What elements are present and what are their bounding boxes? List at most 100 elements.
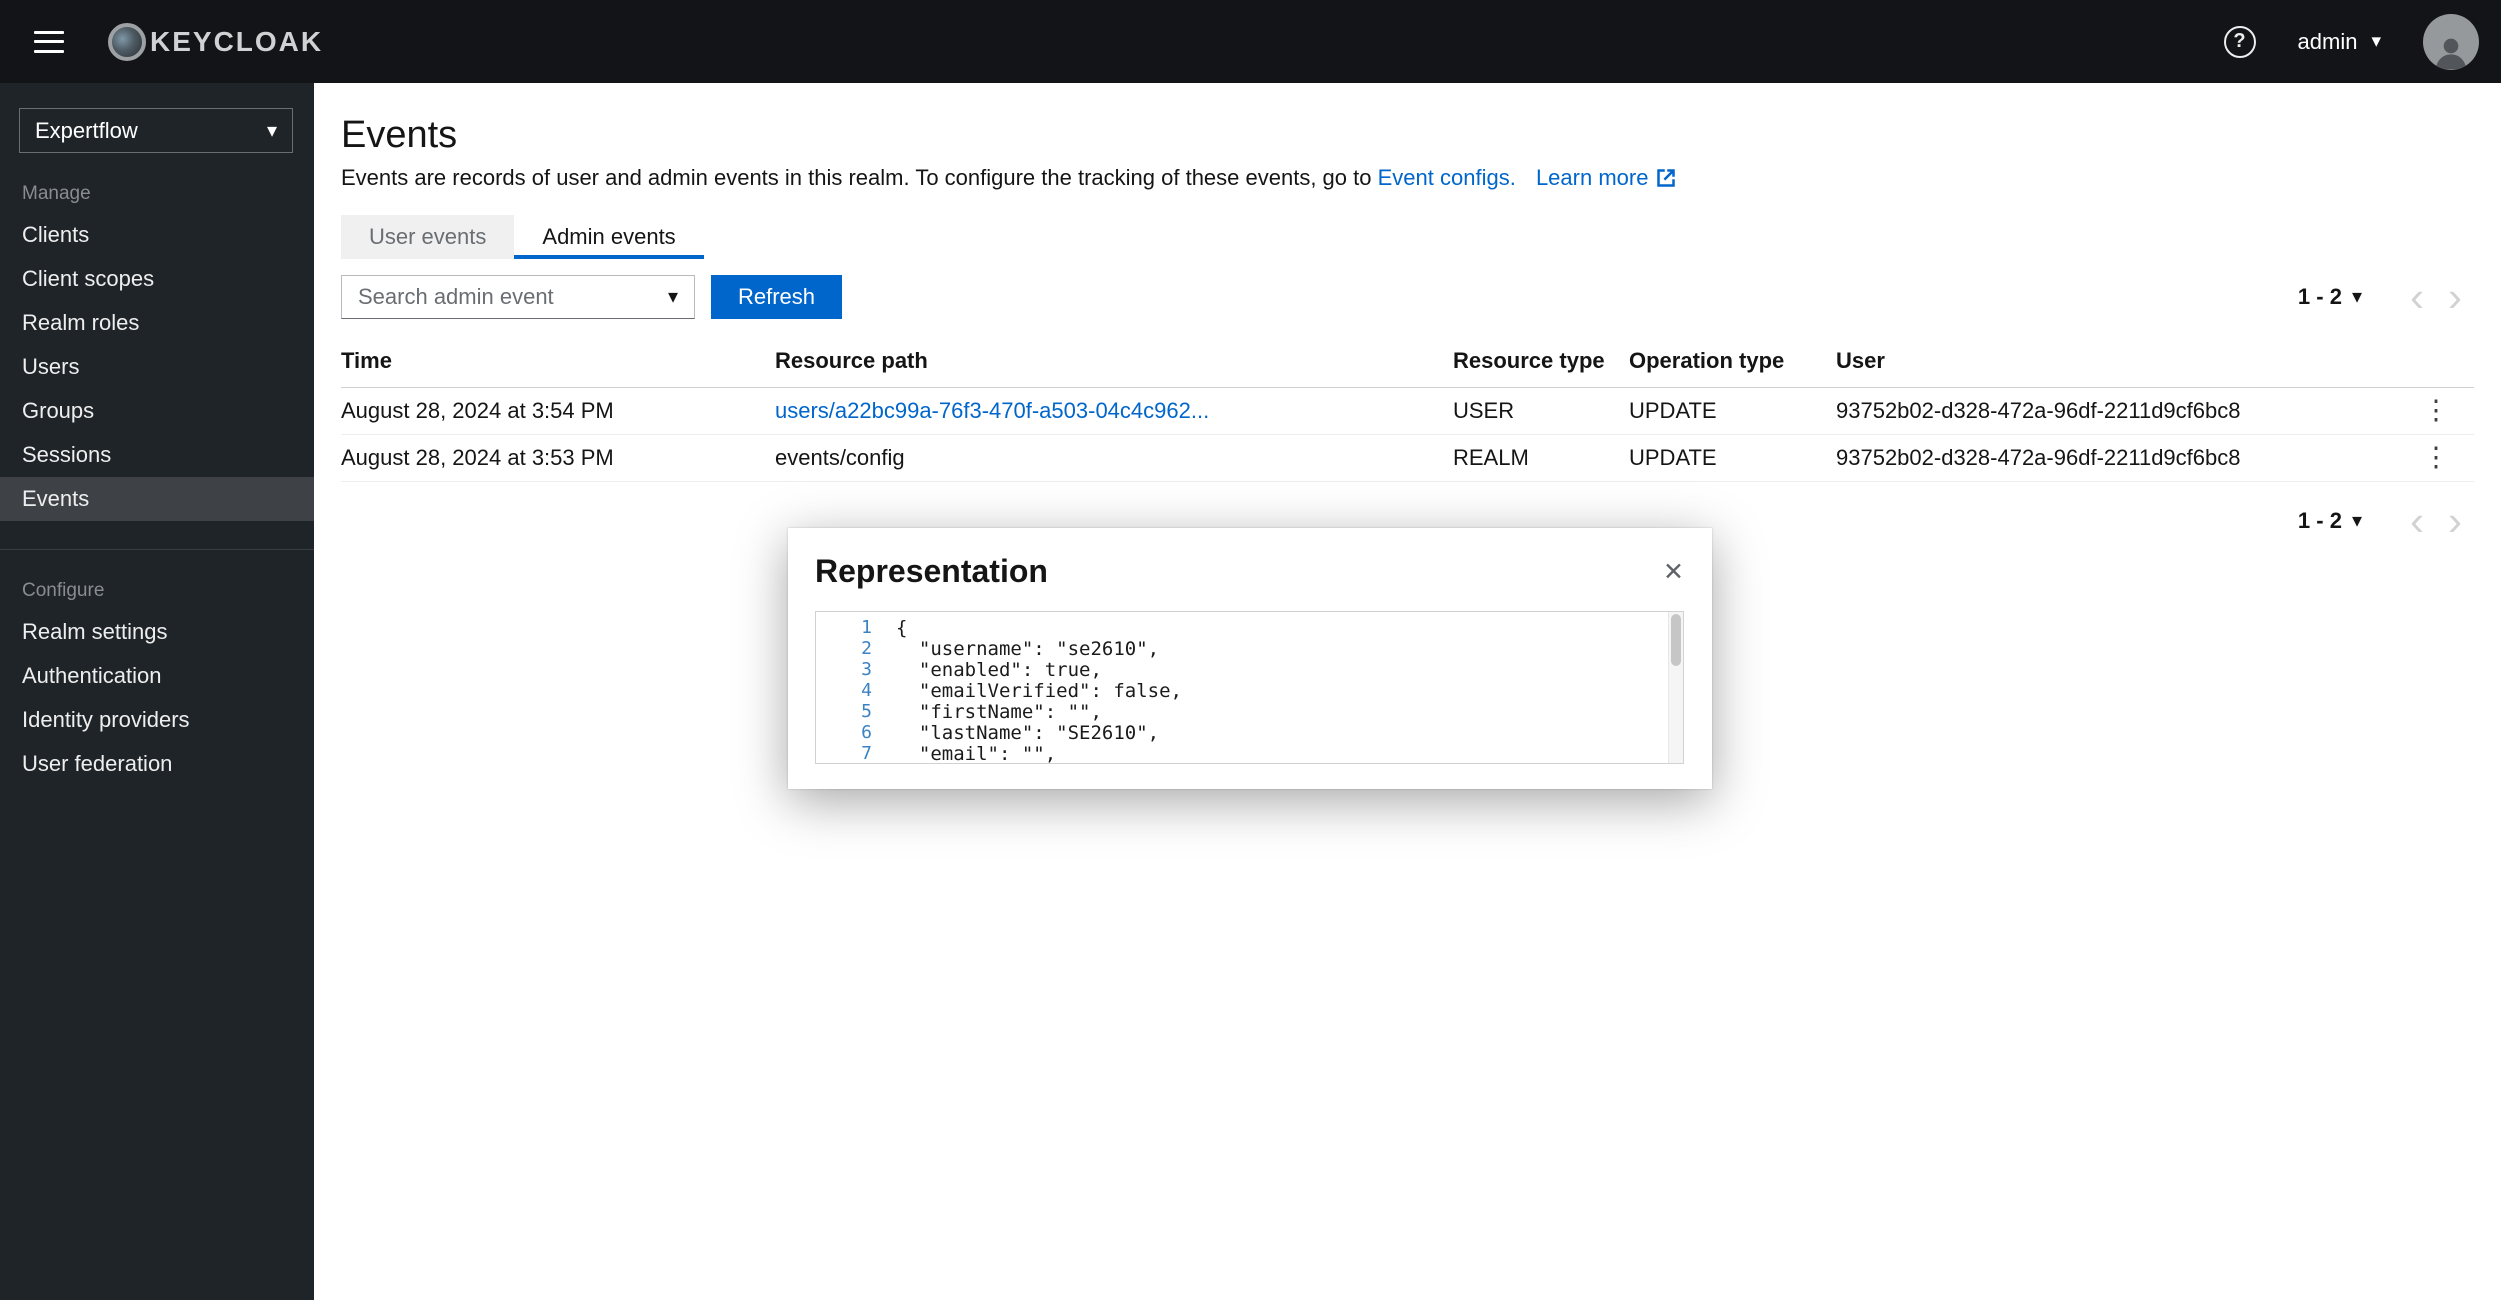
editor-scrollbar-thumb[interactable] xyxy=(1671,614,1681,666)
external-link-icon xyxy=(1656,168,1676,188)
line-number: 5 xyxy=(816,701,872,722)
code-text: { xyxy=(896,617,907,639)
table-row: August 28, 2024 at 3:53 PM events/config… xyxy=(341,435,2474,482)
caret-down-icon[interactable]: ▾ xyxy=(2352,511,2362,531)
cell-operation-type: UPDATE xyxy=(1629,388,1836,435)
realm-selector-label: Expertflow xyxy=(35,118,138,144)
keycloak-logo: KEYCLOAK xyxy=(108,23,323,61)
code-editor[interactable]: 1 { 2 "username": "se2610", 3 "enabled": … xyxy=(815,611,1684,764)
column-header-resource-path: Resource path xyxy=(775,335,1453,388)
sidebar-item-user-federation[interactable]: User federation xyxy=(0,742,314,786)
keycloak-logo-icon xyxy=(108,23,146,61)
toolbar: Search admin event ▾ Refresh 1 - 2 ▾ ‹ › xyxy=(341,275,2474,319)
close-icon[interactable]: ✕ xyxy=(1663,557,1684,587)
line-number: 7 xyxy=(816,743,872,763)
cell-operation-type: UPDATE xyxy=(1629,435,1836,482)
sidebar-item-sessions[interactable]: Sessions xyxy=(0,433,314,477)
sidebar-item-events[interactable]: Events xyxy=(0,477,314,521)
masthead-actions: ? admin ▾ xyxy=(2224,14,2479,70)
caret-down-icon: ▾ xyxy=(668,287,678,307)
cell-user: 93752b02-d328-472a-96df-2211d9cf6bc8 xyxy=(1836,388,2414,435)
line-number: 1 xyxy=(816,617,872,638)
nav-group-label: Manage xyxy=(22,183,314,205)
line-number: 4 xyxy=(816,680,872,701)
sidebar-item-clients[interactable]: Clients xyxy=(0,213,314,257)
table-header-row: Time Resource path Resource type Operati… xyxy=(341,335,2474,388)
column-header-operation-type: Operation type xyxy=(1629,335,1836,388)
code-text: "emailVerified": false, xyxy=(896,680,1182,702)
pagination-next-button[interactable]: › xyxy=(2436,276,2474,318)
cell-resource-type: USER xyxy=(1453,388,1629,435)
kebab-menu-icon[interactable]: ⋮ xyxy=(2423,444,2450,471)
sidebar-item-identity-providers[interactable]: Identity providers xyxy=(0,698,314,742)
line-number: 2 xyxy=(816,638,872,659)
user-menu-label: admin xyxy=(2298,29,2358,55)
tab-admin-events[interactable]: Admin events xyxy=(514,215,703,259)
masthead: KEYCLOAK ? admin ▾ xyxy=(0,0,2501,83)
modal-header: Representation ✕ xyxy=(788,528,1712,590)
column-header-user: User xyxy=(1836,335,2414,388)
menu-toggle-icon[interactable] xyxy=(34,31,64,53)
code-text: "enabled": true, xyxy=(896,659,1102,681)
caret-down-icon: ▾ xyxy=(267,121,277,141)
person-icon xyxy=(2431,32,2471,70)
admin-events-table: Time Resource path Resource type Operati… xyxy=(341,335,2474,482)
column-header-resource-type: Resource type xyxy=(1453,335,1629,388)
column-header-actions xyxy=(2414,335,2474,388)
tab-user-events[interactable]: User events xyxy=(341,215,514,259)
cell-time: August 28, 2024 at 3:53 PM xyxy=(341,435,775,482)
cell-user: 93752b02-d328-472a-96df-2211d9cf6bc8 xyxy=(1836,435,2414,482)
sidebar-item-users[interactable]: Users xyxy=(0,345,314,389)
sidebar-item-realm-roles[interactable]: Realm roles xyxy=(0,301,314,345)
avatar[interactable] xyxy=(2423,14,2479,70)
kebab-menu-icon[interactable]: ⋮ xyxy=(2423,397,2450,424)
pagination-prev-button[interactable]: ‹ xyxy=(2398,276,2436,318)
nav-group-configure: Configure Realm settings Authentication … xyxy=(0,549,314,786)
editor-scrollbar[interactable] xyxy=(1668,612,1683,763)
cell-resource-path: events/config xyxy=(775,435,1453,482)
pagination-top: 1 - 2 ▾ ‹ › xyxy=(2298,276,2474,318)
sidebar-item-authentication[interactable]: Authentication xyxy=(0,654,314,698)
cell-resource-type: REALM xyxy=(1453,435,1629,482)
caret-down-icon: ▾ xyxy=(2371,30,2381,53)
code-text: "username": "se2610", xyxy=(896,638,1159,660)
help-icon[interactable]: ? xyxy=(2224,26,2256,58)
sidebar: Expertflow ▾ Manage Clients Client scope… xyxy=(0,83,314,1300)
code-text: "email": "", xyxy=(896,743,1056,764)
table-row: August 28, 2024 at 3:54 PM users/a22bc99… xyxy=(341,388,2474,435)
pagination-prev-button[interactable]: ‹ xyxy=(2398,500,2436,542)
search-admin-event-select[interactable]: Search admin event ▾ xyxy=(341,275,695,319)
page-description-text: Events are records of user and admin eve… xyxy=(341,165,1372,190)
cell-time: August 28, 2024 at 3:54 PM xyxy=(341,388,775,435)
brand-text: KEYCLOAK xyxy=(150,26,323,58)
line-number: 6 xyxy=(816,722,872,743)
nav-group-label: Configure xyxy=(22,580,314,602)
representation-modal: Representation ✕ 1 { 2 "username": "se261… xyxy=(788,528,1712,789)
user-menu[interactable]: admin ▾ xyxy=(2298,29,2381,55)
event-configs-link[interactable]: Event configs. xyxy=(1378,165,1516,190)
tab-bar: User events Admin events xyxy=(341,215,704,259)
refresh-button[interactable]: Refresh xyxy=(711,275,842,319)
code-text: "lastName": "SE2610", xyxy=(896,722,1159,744)
nav-group-manage: Manage Clients Client scopes Realm roles… xyxy=(0,183,314,521)
learn-more-link[interactable]: Learn more xyxy=(1536,163,1677,193)
page-title: Events xyxy=(341,113,2474,157)
pagination-range[interactable]: 1 - 2 xyxy=(2298,284,2342,310)
caret-down-icon[interactable]: ▾ xyxy=(2352,287,2362,307)
code-text: "firstName": "", xyxy=(896,701,1102,723)
resource-path-link[interactable]: users/a22bc99a-76f3-470f-a503-04c4c962..… xyxy=(775,398,1209,423)
line-number: 3 xyxy=(816,659,872,680)
pagination-bottom: 1 - 2 ▾ ‹ › xyxy=(2298,500,2474,542)
realm-selector[interactable]: Expertflow ▾ xyxy=(19,108,293,153)
code-lines: 1 { 2 "username": "se2610", 3 "enabled": … xyxy=(816,612,1668,763)
sidebar-item-realm-settings[interactable]: Realm settings xyxy=(0,610,314,654)
pagination-next-button[interactable]: › xyxy=(2436,500,2474,542)
cell-resource-path: users/a22bc99a-76f3-470f-a503-04c4c962..… xyxy=(775,388,1453,435)
sidebar-item-client-scopes[interactable]: Client scopes xyxy=(0,257,314,301)
pagination-range[interactable]: 1 - 2 xyxy=(2298,508,2342,534)
search-select-label: Search admin event xyxy=(358,284,554,310)
column-header-time: Time xyxy=(341,335,775,388)
modal-title: Representation xyxy=(815,552,1048,590)
page-description: Events are records of user and admin eve… xyxy=(341,163,2474,193)
sidebar-item-groups[interactable]: Groups xyxy=(0,389,314,433)
